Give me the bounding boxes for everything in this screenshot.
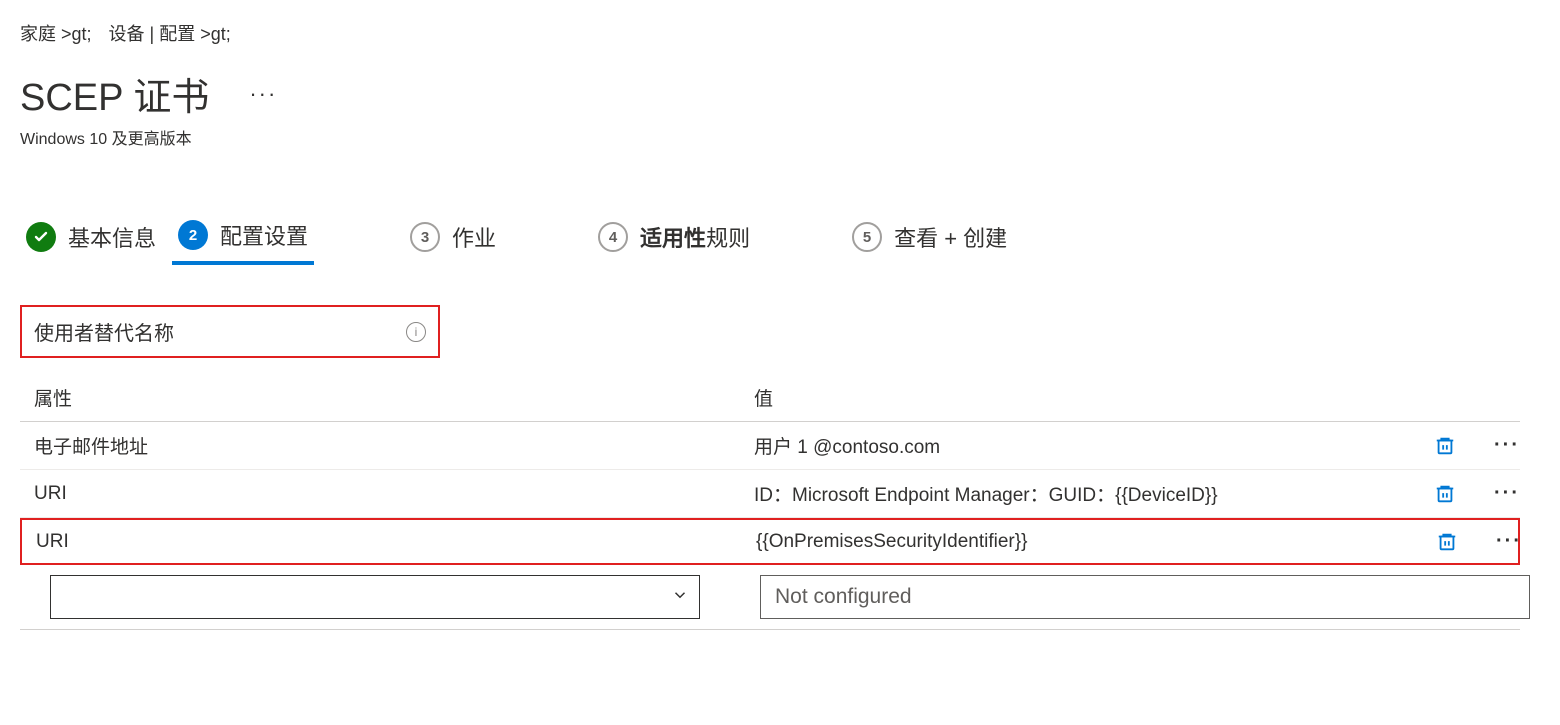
- col-attribute: 属性: [34, 384, 734, 411]
- breadcrumb-home[interactable]: 家庭 >gt;: [20, 24, 92, 44]
- col-value: 值: [734, 384, 1434, 411]
- wizard-tabs: 基本信息 2 配置设置 3 作业 4 适用性规则 5 查看 + 创建: [20, 209, 1540, 265]
- more-actions-button[interactable]: ···: [249, 81, 277, 107]
- tab-assignments[interactable]: 3 作业: [404, 211, 502, 263]
- new-row: Not configured: [20, 565, 1520, 630]
- step-4-icon: 4: [598, 222, 628, 252]
- value-input[interactable]: Not configured: [760, 575, 1530, 619]
- cell-value: {{OnPremisesSecurityIdentifier}}: [736, 531, 1436, 553]
- step-2-icon: 2: [178, 220, 208, 250]
- san-table: 属性 值 电子邮件地址 用户 1 @contoso.com ··· URI ID…: [20, 374, 1520, 630]
- cell-value: 用户 1 @contoso.com: [734, 432, 1434, 459]
- breadcrumb-devices[interactable]: 设备 | 配置 >gt;: [109, 24, 231, 44]
- step-5-icon: 5: [852, 222, 882, 252]
- tab-configuration[interactable]: 2 配置设置: [172, 209, 314, 265]
- tab-assignments-label: 作业: [452, 221, 496, 253]
- cell-attr: 电子邮件地址: [34, 432, 734, 459]
- cell-attr: URI: [36, 531, 736, 553]
- breadcrumb[interactable]: 家庭 >gt; 设备 | 配置 >gt;: [20, 20, 1540, 46]
- row-more-icon[interactable]: ···: [1494, 434, 1534, 457]
- chevron-down-icon: [671, 586, 689, 609]
- delete-icon[interactable]: [1434, 483, 1494, 505]
- row-more-icon[interactable]: ···: [1494, 482, 1534, 505]
- page-subtitle: Windows 10 及更高版本: [20, 125, 1540, 149]
- tab-review[interactable]: 5 查看 + 创建: [846, 211, 1013, 263]
- delete-icon[interactable]: [1436, 531, 1496, 553]
- table-row: URI {{OnPremisesSecurityIdentifier}} ···: [20, 518, 1520, 565]
- tab-configuration-label: 配置设置: [220, 219, 308, 251]
- tab-applicability-label: 适用性规则: [640, 221, 750, 253]
- tab-basics[interactable]: 基本信息: [20, 211, 162, 263]
- tab-basics-label: 基本信息: [68, 221, 156, 253]
- table-header: 属性 值: [20, 374, 1520, 422]
- delete-icon[interactable]: [1434, 435, 1494, 457]
- info-icon[interactable]: i: [406, 322, 426, 342]
- section-subject-alt-name: 使用者替代名称 i: [20, 305, 440, 358]
- page-title: SCEP 证书: [20, 66, 209, 121]
- tab-applicability[interactable]: 4 适用性规则: [592, 211, 756, 263]
- step-3-icon: 3: [410, 222, 440, 252]
- table-row: 电子邮件地址 用户 1 @contoso.com ···: [20, 422, 1520, 470]
- attribute-select[interactable]: [50, 575, 700, 619]
- cell-attr: URI: [34, 483, 734, 505]
- tab-review-label: 查看 + 创建: [894, 221, 1007, 253]
- check-icon: [26, 222, 56, 252]
- cell-value: ID：Microsoft Endpoint Manager：GUID：{{Dev…: [734, 480, 1434, 507]
- table-row: URI ID：Microsoft Endpoint Manager：GUID：{…: [20, 470, 1520, 518]
- row-more-icon[interactable]: ···: [1496, 530, 1536, 553]
- section-label: 使用者替代名称: [34, 317, 174, 346]
